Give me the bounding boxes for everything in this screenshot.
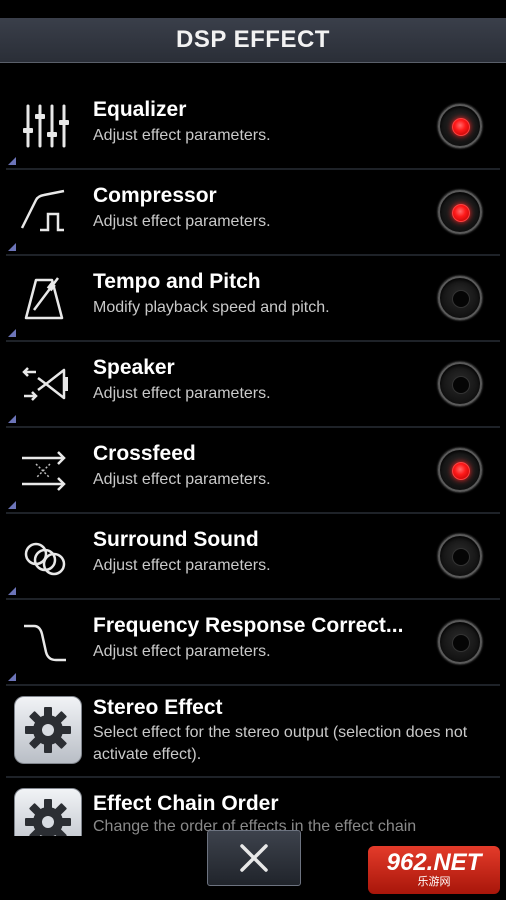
close-button[interactable] xyxy=(207,830,301,886)
effect-description: Adjust effect parameters. xyxy=(93,385,271,402)
effect-row-surround[interactable]: Surround Sound Adjust effect parameters. xyxy=(6,514,500,600)
speaker-icon xyxy=(22,367,68,401)
effect-row-tempo-pitch[interactable]: Tempo and Pitch Modify playback speed an… xyxy=(6,256,500,342)
effect-description: Modify playback speed and pitch. xyxy=(93,299,330,316)
watermark-sub: 乐游网 xyxy=(417,876,451,888)
effect-toggle-tempo-pitch[interactable] xyxy=(438,276,482,320)
settings-row-stereo-effect[interactable]: Stereo Effect Select effect for the ster… xyxy=(6,686,500,778)
effect-title: Crossfeed xyxy=(93,442,196,465)
toggle-indicator xyxy=(452,376,470,394)
effect-title: Surround Sound xyxy=(93,528,259,551)
toggle-indicator xyxy=(452,462,470,480)
corner-marker xyxy=(8,243,16,251)
effect-toggle-frequency-response[interactable] xyxy=(438,620,482,664)
effect-toggle-equalizer[interactable] xyxy=(438,104,482,148)
crossfeed-arrows-icon xyxy=(22,451,66,491)
effect-toggle-surround[interactable] xyxy=(438,534,482,578)
setting-description: Select effect for the stereo output (sel… xyxy=(93,724,468,763)
effect-toggle-crossfeed[interactable] xyxy=(438,448,482,492)
corner-marker xyxy=(8,415,16,423)
surround-circles-icon xyxy=(24,542,66,576)
site-watermark: 962.NET 乐游网 xyxy=(368,846,500,894)
corner-marker xyxy=(8,329,16,337)
metronome-icon xyxy=(24,277,64,320)
effect-description: Adjust effect parameters. xyxy=(93,127,271,144)
effect-title: Frequency Response Correct... xyxy=(93,614,404,637)
setting-title: Stereo Effect xyxy=(93,696,223,719)
effect-row-equalizer[interactable]: Equalizer Adjust effect parameters. xyxy=(6,84,500,170)
frequency-curve-icon xyxy=(24,624,66,662)
toggle-indicator xyxy=(452,548,470,566)
effect-row-speaker[interactable]: Speaker Adjust effect parameters. xyxy=(6,342,500,428)
toggle-indicator xyxy=(452,290,470,308)
toggle-indicator xyxy=(452,204,470,222)
effect-toggle-compressor[interactable] xyxy=(438,190,482,234)
effect-description: Adjust effect parameters. xyxy=(93,213,271,230)
equalizer-sliders-icon xyxy=(23,104,69,148)
effect-description: Adjust effect parameters. xyxy=(93,643,271,660)
effect-description: Adjust effect parameters. xyxy=(93,471,271,488)
effect-list: Equalizer Adjust effect parameters. Comp… xyxy=(0,84,506,860)
effect-row-compressor[interactable]: Compressor Adjust effect parameters. xyxy=(6,170,500,256)
page-title: DSP EFFECT xyxy=(176,26,330,53)
setting-title: Effect Chain Order xyxy=(93,792,279,815)
corner-marker xyxy=(8,673,16,681)
corner-marker xyxy=(8,501,16,509)
compressor-curve-icon xyxy=(20,189,65,232)
effect-row-frequency-response[interactable]: Frequency Response Correct... Adjust eff… xyxy=(6,600,500,686)
effect-title: Speaker xyxy=(93,356,175,379)
gear-icon xyxy=(25,707,71,753)
effect-title: Equalizer xyxy=(93,98,187,121)
header-bar: DSP EFFECT xyxy=(0,18,506,63)
watermark-brand: 962.NET xyxy=(386,849,482,876)
toggle-indicator xyxy=(452,634,470,652)
close-icon xyxy=(240,844,268,872)
corner-marker xyxy=(8,157,16,165)
corner-marker xyxy=(8,587,16,595)
effect-description: Adjust effect parameters. xyxy=(93,557,271,574)
effect-toggle-speaker[interactable] xyxy=(438,362,482,406)
toggle-indicator xyxy=(452,118,470,136)
gear-tile xyxy=(14,696,82,764)
effect-title: Tempo and Pitch xyxy=(93,270,261,293)
effect-title: Compressor xyxy=(93,184,217,207)
effect-row-crossfeed[interactable]: Crossfeed Adjust effect parameters. xyxy=(6,428,500,514)
